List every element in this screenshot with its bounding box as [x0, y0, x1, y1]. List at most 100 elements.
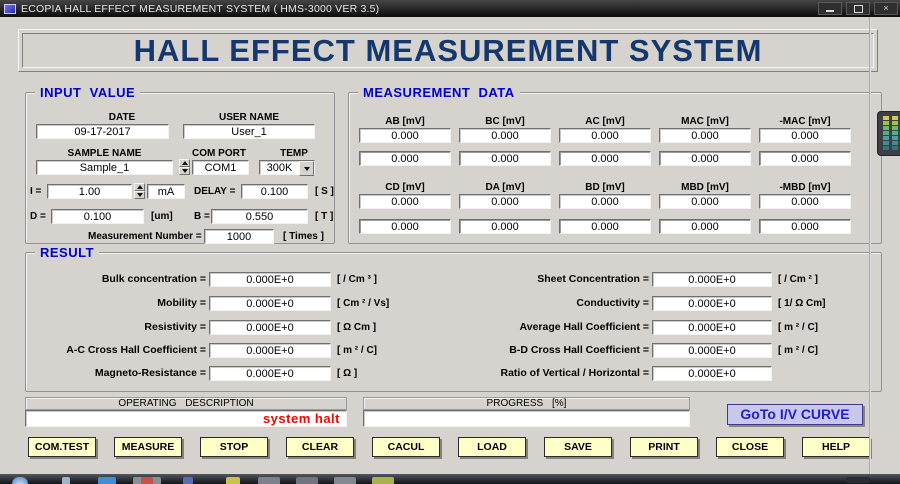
taskbar-icon[interactable]: [334, 477, 356, 484]
result-label: Bulk concentration =: [101, 273, 206, 285]
arrow-down-icon: [181, 169, 188, 173]
taskbar-icon[interactable]: [226, 477, 240, 484]
measurement-value-field: 0.000: [559, 151, 651, 166]
arrow-down-icon: [136, 193, 143, 197]
result-label: Mobility =: [157, 297, 206, 309]
result-legend: RESULT: [35, 245, 100, 260]
result-label: Ratio of Vertical / Horizontal =: [500, 367, 650, 379]
column-header: MBD [mV]: [681, 182, 729, 193]
measure-button[interactable]: MEASURE: [114, 437, 182, 457]
com-port-spinner[interactable]: [179, 159, 190, 175]
result-label: B-D Cross Hall Coefficient =: [509, 344, 649, 356]
com-port-field[interactable]: COM1: [192, 160, 249, 175]
measurement-header-row-1: AB [mV] BC [mV] AC [mV] MAC [mV] -MAC [m…: [359, 116, 851, 127]
measurement-value-row: 0.000 0.000 0.000 0.000 0.000: [359, 219, 851, 234]
user-name-field[interactable]: User_1: [183, 124, 315, 139]
meter-bar-icon: [892, 116, 898, 150]
load-button[interactable]: LOAD: [458, 437, 526, 457]
sample-name-field[interactable]: Sample_1: [36, 160, 173, 175]
column-header: AB [mV]: [385, 116, 425, 127]
desktop-meter-gadget[interactable]: [877, 111, 900, 156]
result-row: Magneto-Resistance = 0.000E+0 [ Ω ]: [26, 365, 357, 381]
temp-dropdown[interactable]: 300K: [259, 160, 315, 176]
window-right-border: [869, 17, 871, 474]
start-button-icon[interactable]: [12, 477, 28, 484]
result-value-field: 0.000E+0: [652, 295, 772, 311]
current-spin-down[interactable]: [134, 191, 145, 199]
result-row: Ratio of Vertical / Horizontal = 0.000E+…: [454, 365, 778, 381]
print-button[interactable]: PRINT: [630, 437, 698, 457]
current-spin-up[interactable]: [134, 183, 145, 191]
taskbar-icon[interactable]: [296, 477, 318, 484]
measurement-number-field[interactable]: 1000: [204, 229, 274, 244]
delay-field[interactable]: 0.100: [241, 184, 308, 199]
result-value-field: 0.000E+0: [209, 342, 331, 358]
taskbar-clock: [846, 477, 870, 483]
result-value-field: 0.000E+0: [652, 365, 772, 381]
close-app-button[interactable]: CLOSE: [716, 437, 784, 457]
clear-button[interactable]: CLEAR: [286, 437, 354, 457]
measurement-value-field: 0.000: [359, 151, 451, 166]
column-header: MAC [mV]: [681, 116, 729, 127]
thickness-field[interactable]: 0.100: [51, 209, 144, 224]
goto-iv-curve-button[interactable]: GoTo I/V CURVE: [727, 404, 863, 425]
column-header: -MAC [mV]: [779, 116, 831, 127]
taskbar-icon[interactable]: [258, 477, 280, 484]
taskbar-icon[interactable]: [183, 477, 193, 484]
result-row: Conductivity = 0.000E+0 [ 1/ Ω Cm]: [454, 295, 825, 311]
magnetic-field-field[interactable]: 0.550: [211, 209, 308, 224]
result-units: [ 1/ Ω Cm]: [778, 297, 826, 309]
magnetic-field-label: B =: [194, 211, 210, 222]
taskbar-icon[interactable]: [372, 477, 394, 484]
result-units: [ m ² / C]: [778, 344, 818, 356]
com-test-button[interactable]: COM.TEST: [28, 437, 96, 457]
maximize-button[interactable]: [846, 2, 870, 15]
result-units: [ m ² / C]: [778, 321, 818, 333]
sample-name-label: SAMPLE NAME: [67, 148, 142, 159]
stop-button[interactable]: STOP: [200, 437, 268, 457]
result-label: Sheet Concentration =: [537, 273, 649, 285]
taskbar-icon[interactable]: [141, 477, 153, 484]
maximize-icon: [853, 4, 863, 13]
taskbar-icon[interactable]: [98, 477, 116, 484]
minimize-button[interactable]: [818, 2, 842, 15]
close-button[interactable]: ×: [874, 2, 898, 15]
measurement-value-field: 0.000: [459, 219, 551, 234]
current-field[interactable]: 1.00: [47, 184, 132, 199]
result-row: Sheet Concentration = 0.000E+0 [ / Cm ² …: [454, 271, 818, 287]
window-controls: ×: [818, 2, 898, 15]
result-row: Resistivity = 0.000E+0 [ Ω Cm ]: [26, 319, 376, 335]
chevron-down-icon: [303, 166, 310, 171]
taskbar[interactable]: [0, 474, 900, 484]
measurement-value-row: 0.000 0.000 0.000 0.000 0.000: [359, 194, 851, 209]
measurement-value-field: 0.000: [759, 219, 851, 234]
com-port-spin-down[interactable]: [179, 167, 190, 175]
thickness-unit-label: [um]: [151, 211, 173, 222]
measurement-value-field: 0.000: [559, 194, 651, 209]
result-label: Conductivity =: [576, 297, 649, 309]
column-header: -MBD [mV]: [779, 182, 831, 193]
column-header: AC [mV]: [585, 116, 625, 127]
measurement-data-group: MEASUREMENT DATA AB [mV] BC [mV] AC [mV]…: [348, 85, 882, 244]
app-icon: [4, 3, 16, 14]
result-label: Average Hall Coefficient =: [519, 321, 649, 333]
cacul-button[interactable]: CACUL: [372, 437, 440, 457]
progress-header: PROGRESS [%]: [363, 397, 690, 410]
magnetic-field-unit-label: [ T ]: [315, 211, 334, 222]
result-row: Mobility = 0.000E+0 [ Cm ² / Vs]: [26, 295, 389, 311]
help-button[interactable]: HELP: [802, 437, 870, 457]
current-label: I =: [30, 186, 42, 197]
save-button[interactable]: SAVE: [544, 437, 612, 457]
date-field[interactable]: 09-17-2017: [36, 124, 169, 139]
measurement-value-field: 0.000: [659, 219, 751, 234]
input-value-group: INPUT VALUE DATE 09-17-2017 USER NAME Us…: [25, 85, 335, 244]
com-port-spin-up[interactable]: [179, 159, 190, 167]
taskbar-icon[interactable]: [62, 477, 70, 484]
delay-unit-label: [ S ]: [315, 186, 334, 197]
current-spinner[interactable]: [134, 183, 145, 199]
measurement-number-unit-label: [ Times ]: [283, 231, 324, 242]
measurement-value-field: 0.000: [459, 151, 551, 166]
temp-dropdown-button[interactable]: [299, 161, 314, 176]
result-value-field: 0.000E+0: [209, 365, 331, 381]
arrow-up-icon: [136, 185, 143, 189]
